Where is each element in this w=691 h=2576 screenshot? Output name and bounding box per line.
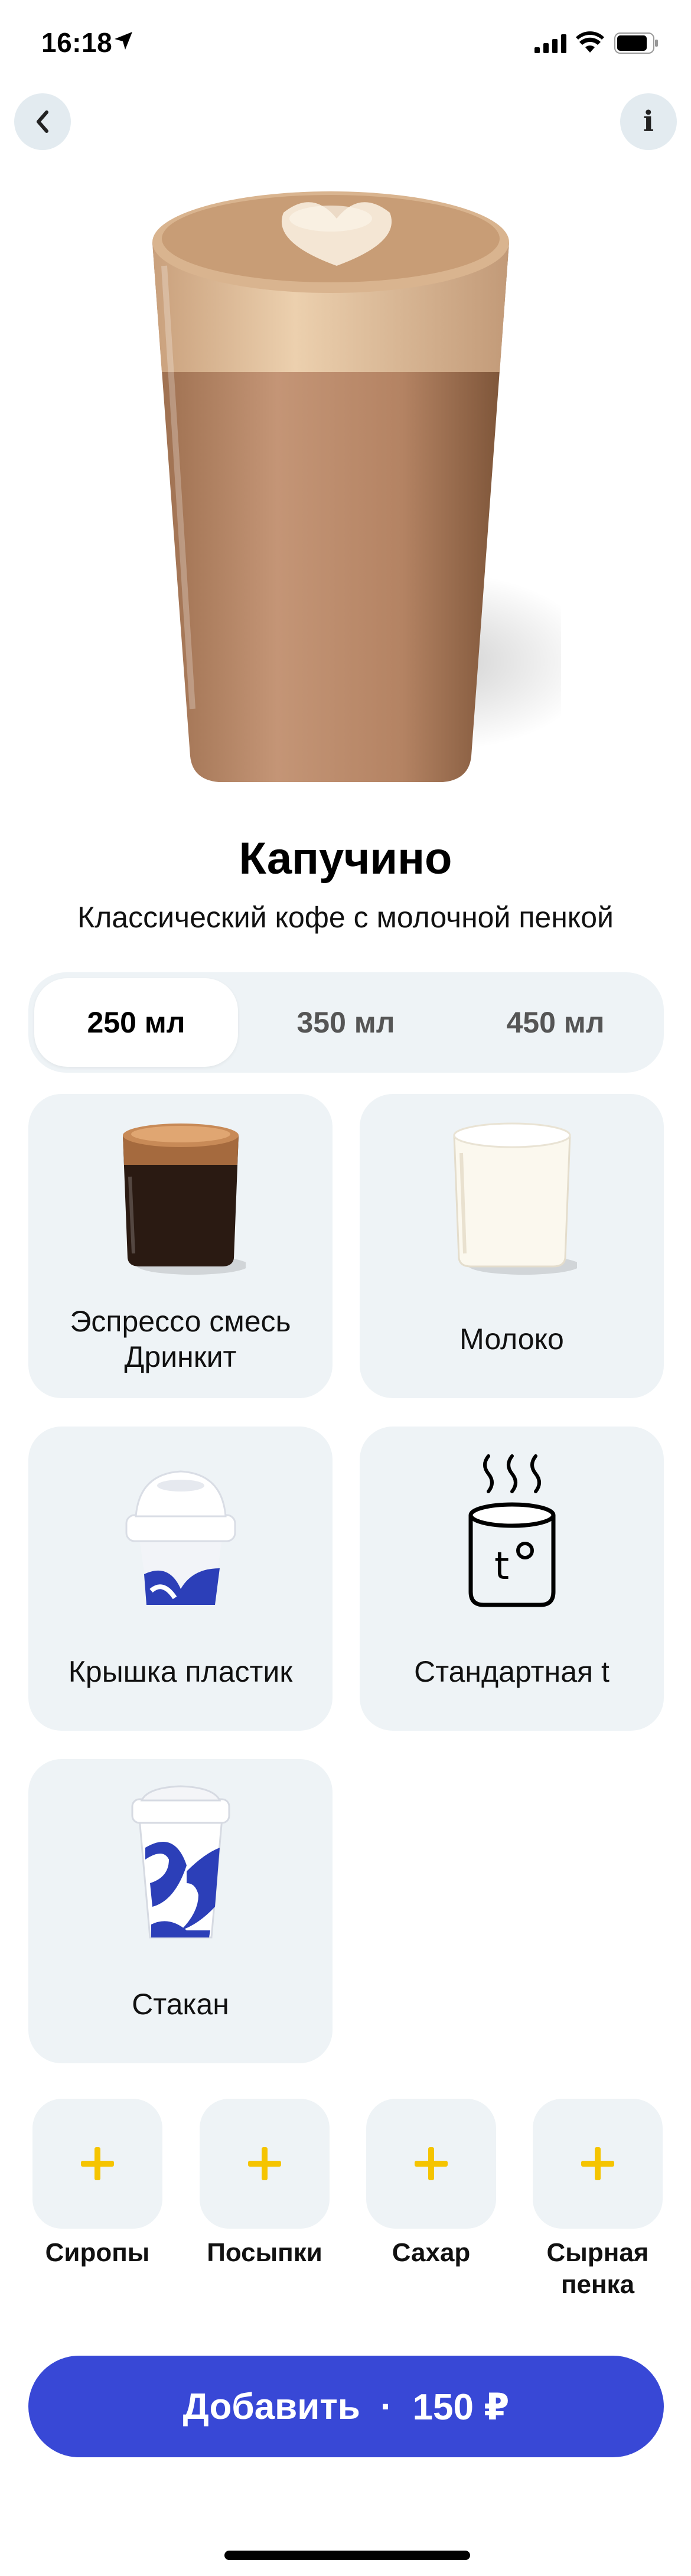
ingredient-card-cup[interactable]: Стакан	[28, 1759, 333, 2063]
milk-glass-icon	[452, 1122, 577, 1275]
plastic-lid-icon	[125, 1470, 236, 1605]
battery-icon	[614, 32, 658, 54]
wifi-icon	[576, 31, 604, 53]
addon-button[interactable]	[533, 2099, 663, 2229]
status-bar: 16:18	[0, 0, 691, 89]
size-option-350[interactable]: 350 мл	[244, 978, 448, 1067]
ingredient-card-lid[interactable]: Крышка пластик	[28, 1427, 333, 1731]
svg-text:t: t	[494, 1545, 509, 1588]
plus-icon	[81, 2147, 114, 2180]
product-page: 16:18 i Капучино Классический кофе с мол…	[0, 0, 691, 2576]
ingredient-card-milk[interactable]: Молоко	[360, 1094, 664, 1398]
size-selector: 250 мл 350 мл 450 мл	[28, 972, 664, 1073]
size-option-250[interactable]: 250 мл	[34, 978, 238, 1067]
addon-sugar[interactable]: Сахар	[366, 2099, 496, 2269]
cappuccino-image	[152, 191, 561, 782]
plus-icon	[248, 2147, 281, 2180]
addon-syrups[interactable]: Сиропы	[32, 2099, 162, 2269]
back-button[interactable]	[14, 93, 71, 150]
addon-button[interactable]	[32, 2099, 162, 2229]
size-option-450[interactable]: 450 мл	[454, 978, 657, 1067]
addon-button[interactable]	[200, 2099, 330, 2229]
ingredient-label: Эспрессо смесь Дринкит	[70, 1305, 291, 1373]
addon-cheese-foam[interactable]: Сырная пенка	[533, 2099, 663, 2301]
addon-label: Посыпки	[207, 2238, 322, 2267]
ingredient-label: Крышка пластик	[68, 1655, 293, 1688]
add-to-cart-button[interactable]: Добавить · 150 ₽	[28, 2356, 664, 2457]
home-indicator	[224, 2551, 470, 2560]
add-button-label: Добавить	[182, 2386, 360, 2427]
hot-cup-temperature-icon: t	[468, 1454, 555, 1607]
product-title: Капучино	[239, 833, 452, 884]
addon-label: Сахар	[392, 2238, 471, 2267]
addon-label: Сиропы	[45, 2238, 150, 2267]
plus-icon	[415, 2147, 448, 2180]
espresso-glass-icon	[122, 1123, 246, 1275]
status-time: 16:18	[41, 27, 113, 58]
plus-icon	[581, 2147, 614, 2180]
ingredient-card-espresso[interactable]: Эспрессо смесь Дринкит	[28, 1094, 333, 1398]
product-subtitle: Классический кофе с молочной пенкой	[77, 901, 614, 934]
addon-toppings[interactable]: Посыпки	[200, 2099, 330, 2269]
location-arrow-icon	[115, 32, 132, 50]
ingredient-label: Стакан	[132, 1988, 229, 2021]
paper-cup-icon	[131, 1785, 230, 1939]
add-button-price: 150 ₽	[412, 2386, 510, 2428]
ingredient-label: Стандартная t	[414, 1655, 609, 1688]
info-icon: i	[643, 105, 654, 138]
cellular-signal-icon	[534, 34, 566, 53]
info-button[interactable]: i	[620, 93, 677, 150]
addon-button[interactable]	[366, 2099, 496, 2229]
add-button-separator: ·	[380, 2386, 393, 2427]
ingredient-card-temperature[interactable]: t Стандартная t	[360, 1427, 664, 1731]
addon-label: Сырная пенка	[546, 2238, 649, 2299]
chevron-left-icon	[37, 110, 48, 133]
ingredient-label: Молоко	[459, 1323, 564, 1356]
